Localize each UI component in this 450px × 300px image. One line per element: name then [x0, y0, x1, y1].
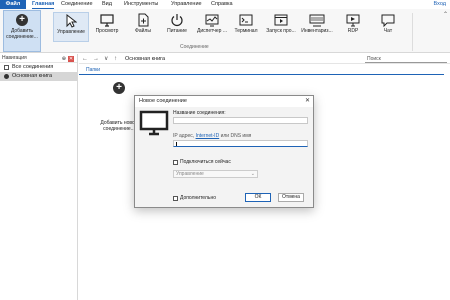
mode-value: Управление — [176, 171, 204, 177]
file-menu[interactable]: Файл — [0, 0, 26, 9]
rdp-button[interactable]: RDP — [335, 12, 371, 42]
add-connection-label: Добавить соединение... — [6, 28, 38, 40]
run-program-label: Запуск про... — [266, 28, 296, 34]
files-button[interactable]: Файлы — [125, 12, 161, 42]
tab-connection[interactable]: Соединение — [61, 0, 93, 9]
internet-id-link[interactable]: Internet-ID — [196, 133, 220, 139]
address-bar: ← → ∨ ↑ Основная книга Поиск — [79, 54, 450, 64]
up-arrow-icon[interactable]: ↑ — [114, 54, 117, 64]
checkbox-box — [173, 159, 178, 165]
plus-icon: + — [16, 14, 28, 26]
inventory-label: Инвентариз... — [301, 28, 333, 34]
back-arrow-icon[interactable]: ← — [82, 54, 88, 64]
task-manager-icon — [194, 12, 230, 28]
dialog-title: Новое соединение — [135, 96, 313, 107]
new-connection-dialog: Новое соединение ✕ Название соединения: … — [134, 95, 314, 208]
forward-arrow-icon[interactable]: → — [93, 54, 99, 64]
chevron-down-icon: ⌄ — [250, 171, 255, 177]
tab-help[interactable]: Справка — [211, 0, 233, 9]
connection-mode-select[interactable]: Управление ⌄ — [173, 170, 258, 178]
inventory-button[interactable]: Инвентариз... — [299, 12, 335, 42]
close-icon[interactable]: ✕ — [305, 97, 310, 104]
task-manager-button[interactable]: Диспетчер ... — [194, 12, 230, 42]
tab-tools[interactable]: Инструменты — [124, 0, 158, 9]
power-icon — [159, 12, 195, 28]
book-icon — [4, 74, 9, 79]
address-label: IP адрес, Internet-ID или DNS имя — [173, 133, 251, 139]
login-link[interactable]: Вход — [434, 0, 446, 9]
terminal-label: Терминал — [234, 28, 258, 34]
chat-icon — [370, 12, 406, 28]
nav-item-label: Основная книга — [12, 73, 53, 79]
file-icon — [125, 12, 161, 28]
control-label: Управление — [57, 29, 85, 35]
navigation-panel: Навигация ⊕ ✕ Все соединения Основная кн… — [0, 54, 78, 300]
nav-item-all-connections[interactable]: Все соединения — [0, 63, 77, 72]
cancel-button[interactable]: Отмена — [278, 193, 304, 202]
dropdown-icon[interactable]: ∨ — [104, 54, 108, 64]
list-icon — [4, 65, 9, 70]
view-label: Просмотр — [95, 28, 119, 34]
menu-bar: Файл Главная Соединение Вид Инструменты … — [0, 0, 450, 9]
connection-name-label: Название соединения: — [173, 110, 226, 116]
power-label: Питание — [167, 28, 187, 34]
ribbon-divider — [412, 13, 413, 51]
task-manager-label: Диспетчер ... — [196, 28, 227, 34]
terminal-icon — [228, 12, 264, 28]
add-connection-button[interactable]: + Добавить соединение... — [3, 10, 41, 52]
nav-item-main-book[interactable]: Основная книга — [0, 72, 77, 81]
nav-item-label: Все соединения — [12, 64, 54, 70]
advanced-checkbox[interactable]: Дополнительно — [173, 195, 216, 201]
navigation-header: Навигация ⊕ ✕ — [0, 54, 77, 63]
connection-name-field[interactable] — [173, 117, 308, 124]
power-button[interactable]: Питание — [159, 12, 195, 42]
folders-header[interactable]: Папки — [79, 66, 444, 75]
pin-icon[interactable]: ⊕ — [62, 55, 66, 64]
monitor-icon — [89, 12, 125, 28]
collapse-ribbon-icon[interactable]: ⌃ — [443, 11, 448, 18]
terminal-button[interactable]: Терминал — [228, 12, 264, 42]
advanced-label: Дополнительно — [180, 195, 216, 201]
address-label-suffix: или DNS имя — [219, 133, 252, 139]
search-input[interactable]: Поиск — [365, 55, 447, 63]
tab-home[interactable]: Главная — [32, 0, 55, 9]
run-program-icon — [263, 12, 299, 28]
control-button[interactable]: Управление — [53, 12, 89, 42]
ribbon: + Добавить соединение... Управление Прос… — [0, 9, 450, 53]
address-field[interactable] — [173, 140, 308, 147]
cursor-icon — [54, 13, 88, 29]
rdp-icon — [335, 12, 371, 28]
view-button[interactable]: Просмотр — [89, 12, 125, 42]
tab-view[interactable]: Вид — [102, 0, 112, 9]
plus-icon: + — [113, 82, 125, 94]
rdp-label: RDP — [347, 28, 359, 34]
checkbox-box — [173, 195, 178, 201]
ok-button[interactable]: ОК — [245, 193, 271, 202]
navigation-title: Навигация — [2, 55, 27, 61]
connect-now-label: Подключиться сейчас — [180, 159, 231, 165]
chat-label: Чат — [383, 28, 393, 34]
ribbon-group-label: Соединение — [180, 44, 209, 50]
address-label-prefix: IP адрес, — [173, 133, 196, 139]
close-icon[interactable]: ✕ — [68, 56, 74, 62]
files-label: Файлы — [135, 28, 151, 34]
inventory-icon — [299, 12, 335, 28]
run-program-button[interactable]: Запуск про... — [263, 12, 299, 42]
connect-now-checkbox[interactable]: Подключиться сейчас — [173, 159, 231, 165]
breadcrumb: Основная книга — [125, 56, 166, 62]
folders-label: Папки — [86, 67, 101, 73]
monitor-icon — [139, 110, 169, 138]
chat-button[interactable]: Чат — [370, 12, 406, 42]
text-caret — [176, 142, 177, 146]
tab-management[interactable]: Управление — [171, 0, 202, 9]
